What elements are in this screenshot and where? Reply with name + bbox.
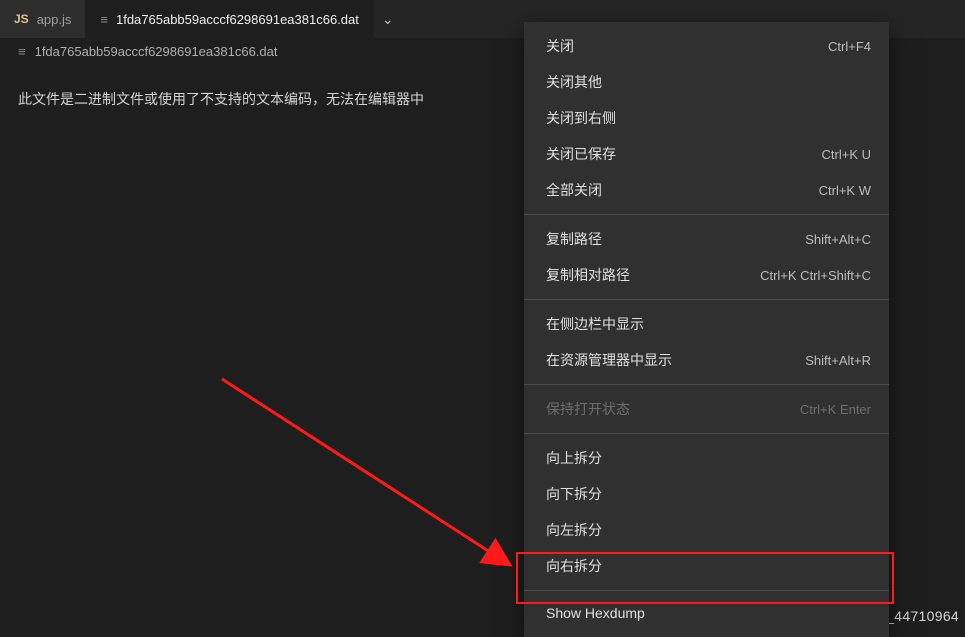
file-icon: ≡ — [18, 44, 26, 59]
menu-split-down[interactable]: 向下拆分 — [524, 476, 889, 512]
menu-keep-open: 保持打开状态 Ctrl+K Enter — [524, 391, 889, 427]
menu-label: 保持打开状态 — [546, 399, 630, 419]
menu-separator — [524, 214, 889, 215]
menu-label: 关闭已保存 — [546, 144, 616, 164]
menu-close-all[interactable]: 全部关闭 Ctrl+K W — [524, 172, 889, 208]
tab-label: 1fda765abb59acccf6298691ea381c66.dat — [116, 12, 359, 27]
menu-shortcut: Shift+Alt+R — [805, 353, 871, 368]
menu-split-up[interactable]: 向上拆分 — [524, 440, 889, 476]
tab-label: app.js — [37, 12, 72, 27]
menu-close-saved[interactable]: 关闭已保存 Ctrl+K U — [524, 136, 889, 172]
menu-reveal-sidebar[interactable]: 在侧边栏中显示 — [524, 306, 889, 342]
menu-close-right[interactable]: 关闭到右侧 — [524, 100, 889, 136]
menu-label: 向上拆分 — [546, 448, 602, 468]
annotation-arrow — [218, 375, 538, 583]
menu-label: 复制路径 — [546, 229, 602, 249]
menu-label: 在侧边栏中显示 — [546, 314, 644, 334]
menu-shortcut: Ctrl+K U — [822, 147, 871, 162]
menu-label: 关闭其他 — [546, 72, 602, 92]
menu-shortcut: Ctrl+K Enter — [800, 402, 871, 417]
menu-label: 向下拆分 — [546, 484, 602, 504]
menu-split-right[interactable]: 向右拆分 — [524, 548, 889, 584]
menu-label: 向右拆分 — [546, 556, 602, 576]
menu-label: 关闭 — [546, 36, 574, 56]
tab-overflow-chevron[interactable]: ⌄ — [374, 0, 402, 38]
tab-datfile[interactable]: ≡ 1fda765abb59acccf6298691ea381c66.dat — [86, 0, 373, 38]
menu-reveal-explorer[interactable]: 在资源管理器中显示 Shift+Alt+R — [524, 342, 889, 378]
menu-copy-path[interactable]: 复制路径 Shift+Alt+C — [524, 221, 889, 257]
menu-copy-relative-path[interactable]: 复制相对路径 Ctrl+K Ctrl+Shift+C — [524, 257, 889, 293]
menu-separator — [524, 299, 889, 300]
menu-separator — [524, 590, 889, 591]
menu-label: 向左拆分 — [546, 520, 602, 540]
menu-label: 复制相对路径 — [546, 265, 630, 285]
binary-file-message: 此文件是二进制文件或使用了不支持的文本编码，无法在编辑器中 — [18, 91, 424, 107]
js-icon: JS — [14, 12, 29, 26]
menu-split-left[interactable]: 向左拆分 — [524, 512, 889, 548]
menu-shortcut: Ctrl+K Ctrl+Shift+C — [760, 268, 871, 283]
menu-shortcut: Ctrl+K W — [819, 183, 871, 198]
menu-separator — [524, 384, 889, 385]
menu-label: 全部关闭 — [546, 180, 602, 200]
chevron-down-icon: ⌄ — [382, 11, 394, 28]
menu-label: 在资源管理器中显示 — [546, 350, 672, 370]
menu-show-hexdump[interactable]: Show Hexdump — [524, 597, 889, 629]
menu-close[interactable]: 关闭 Ctrl+F4 — [524, 28, 889, 64]
tab-appjs[interactable]: JS app.js — [0, 0, 86, 38]
menu-label: 关闭到右侧 — [546, 108, 616, 128]
menu-close-others[interactable]: 关闭其他 — [524, 64, 889, 100]
menu-label: Show Hexdump — [546, 605, 645, 621]
tab-context-menu: 关闭 Ctrl+F4 关闭其他 关闭到右侧 关闭已保存 Ctrl+K U 全部关… — [524, 22, 889, 637]
menu-shortcut: Ctrl+F4 — [828, 39, 871, 54]
menu-shortcut: Shift+Alt+C — [805, 232, 871, 247]
file-icon: ≡ — [100, 12, 108, 27]
menu-separator — [524, 433, 889, 434]
breadcrumb-label: 1fda765abb59acccf6298691ea381c66.dat — [35, 44, 278, 59]
